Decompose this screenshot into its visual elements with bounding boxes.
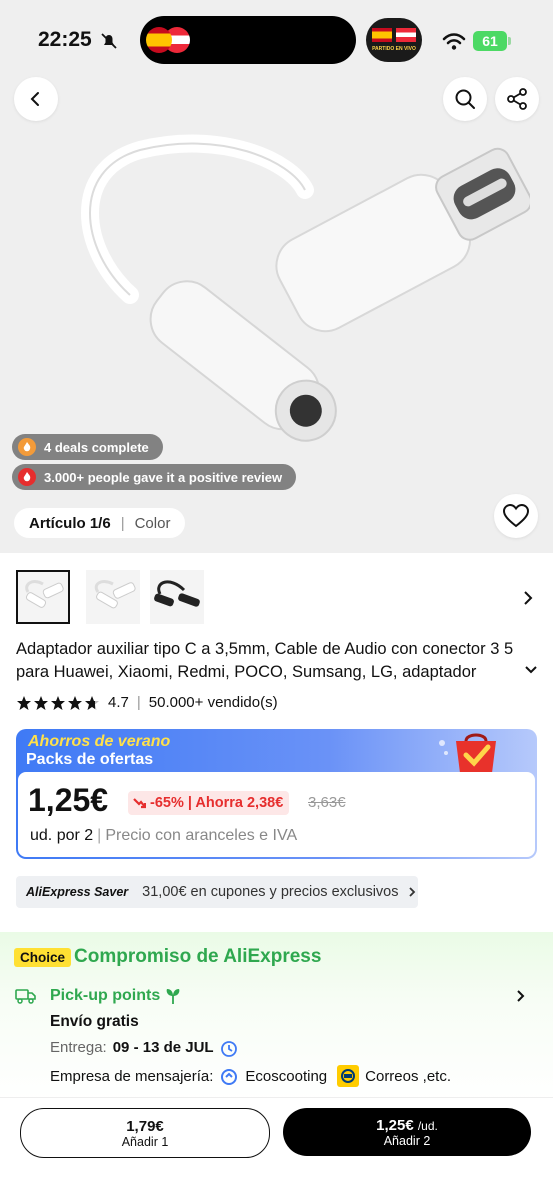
spain-flag-icon (146, 27, 172, 53)
add-1-label: Añadir 1 (121, 1134, 169, 1149)
bell-muted-icon (101, 33, 117, 49)
article-separator: | (120, 514, 125, 532)
clock-icon (220, 1041, 237, 1057)
stars-rating (16, 695, 100, 711)
choice-title: Compromiso de AliExpress (74, 946, 322, 967)
article-counter: Artículo 1/6 (29, 514, 111, 532)
battery-indicator: 61 (473, 31, 507, 51)
rating-value: 4.7 (108, 694, 129, 711)
sold-count: 50.000+ vendido(s) (148, 694, 278, 711)
pickup-points: Pick-up points (50, 987, 182, 1005)
courier-ecoscooting: Ecoscooting (245, 1067, 328, 1085)
chevron-down-icon[interactable] (524, 665, 538, 675)
search-button[interactable] (443, 77, 487, 121)
thumbnail-3[interactable] (150, 570, 204, 624)
deals-chip-text: 4 deals complete (44, 439, 149, 455)
courier-label: Empresa de mensajería: (50, 1067, 214, 1085)
status-bar: 22:25 PARTIDO EN VIVO 61 (0, 0, 553, 80)
add-2-price: 1,25€ (376, 1116, 414, 1134)
delivery-label: Entrega: (50, 1039, 107, 1056)
add-1-button[interactable]: 1,79€ Añadir 1 (20, 1108, 270, 1158)
adapter-white-thumb-icon (25, 580, 64, 608)
unit-label: ud. por 2 (30, 827, 94, 844)
discount-badge: -65% | Ahorra 2,38€ (128, 791, 290, 815)
thumbnail-1[interactable] (16, 570, 70, 624)
price-box: 1,25€ -65% | Ahorra 2,38€ 3,63€ ud. por … (18, 772, 535, 857)
add-2-unit: /ud. (417, 1118, 438, 1133)
aliexpress-saver-banner[interactable]: AliExpress Saver 31,00€ en cupones y pre… (16, 876, 418, 908)
truck-icon (15, 989, 36, 1004)
courier-correos: Correos ,etc. (365, 1067, 452, 1085)
deals-chip: 4 deals complete (12, 434, 163, 460)
adapter-black-thumb-icon (154, 580, 200, 607)
adapter-white-thumb-icon (94, 580, 136, 609)
star-icon (34, 695, 48, 710)
saver-text: 31,00€ en cupones y precios exclusivos (142, 884, 399, 900)
battery-cap (508, 37, 511, 45)
thumbnail-2[interactable] (86, 570, 140, 624)
rating-row[interactable]: 4.7 | 50.000+ vendido(s) (16, 694, 278, 711)
add-1-price: 1,79€ (126, 1117, 164, 1135)
bottom-action-bar: 1,79€ Añadir 1 1,25€ /ud. Añadir 2 (0, 1097, 553, 1201)
star-icon (17, 695, 31, 710)
promo-subtitle: Packs de ofertas (26, 751, 154, 768)
add-2-label: Añadir 2 (383, 1133, 431, 1148)
reviews-chip-text: 3.000+ people gave it a positive review (44, 469, 283, 485)
tax-note: Precio con aranceles e IVA (105, 827, 298, 844)
add-2-price-row: 1,25€ /ud. (376, 1117, 438, 1134)
chevron-right-icon[interactable] (516, 989, 526, 1003)
reviews-chip: 3.000+ people gave it a positive review (12, 464, 297, 490)
promo-title: Ahorros de verano (28, 733, 171, 750)
unit-info: ud. por 2 | Precio con aranceles e IVA (30, 827, 297, 845)
down-arrow-icon (133, 798, 146, 809)
shopping-bag-icon (439, 733, 496, 773)
saver-brand: AliExpress Saver (26, 885, 129, 899)
choice-commitment-section[interactable]: Choice Compromiso de AliExpress Pick-up … (0, 932, 553, 1100)
share-icon (507, 88, 527, 110)
live-badge-text: PARTIDO EN VIVO (372, 46, 416, 52)
product-photo-adapter (81, 134, 530, 442)
article-indicator[interactable]: Artículo 1/6 | Color (14, 508, 186, 538)
delivery-dates: 09 - 13 de JUL (112, 1039, 214, 1056)
star-icon (68, 695, 82, 710)
chevron-right-icon[interactable] (522, 590, 534, 606)
chevron-left-icon (30, 92, 39, 106)
unit-separator: | (97, 827, 102, 844)
current-price: 1,25€ (28, 782, 109, 818)
back-button[interactable] (14, 77, 58, 121)
flame-icon (18, 468, 36, 486)
live-match-badge: PARTIDO EN VIVO (366, 18, 422, 62)
heart-icon (503, 504, 529, 528)
star-icon (51, 695, 65, 710)
fire-icon (18, 438, 36, 456)
match-flags (146, 27, 196, 53)
search-icon (455, 89, 475, 109)
wishlist-button[interactable] (494, 494, 538, 538)
correos-logo-icon (337, 1065, 360, 1087)
courier-row: Empresa de mensajería: Ecoscooting Corre… (50, 1065, 451, 1087)
delivery-row: Entrega: 09 - 13 de JUL (50, 1039, 238, 1057)
choice-badge: Choice (14, 948, 72, 967)
color-label: Color (134, 514, 171, 532)
free-shipping: Envío gratis (50, 1013, 139, 1030)
ecoscooting-logo-icon (221, 1069, 238, 1085)
clock: 22:25 (38, 28, 92, 51)
product-title: Adaptador auxiliar tipo C a 3,5mm, Cable… (16, 640, 514, 681)
share-button[interactable] (495, 77, 539, 121)
old-price: 3,63€ (308, 794, 346, 811)
product-image-gallery[interactable]: 4 deals complete 3.000+ people gave it a… (0, 0, 553, 553)
rating-separator: | (136, 694, 141, 711)
leaf-icon (166, 989, 180, 1004)
star-half-icon (85, 695, 99, 710)
add-2-button[interactable]: 1,25€ /ud. Añadir 2 (283, 1108, 531, 1156)
wifi-icon (442, 33, 466, 50)
chevron-right-icon (409, 887, 416, 897)
